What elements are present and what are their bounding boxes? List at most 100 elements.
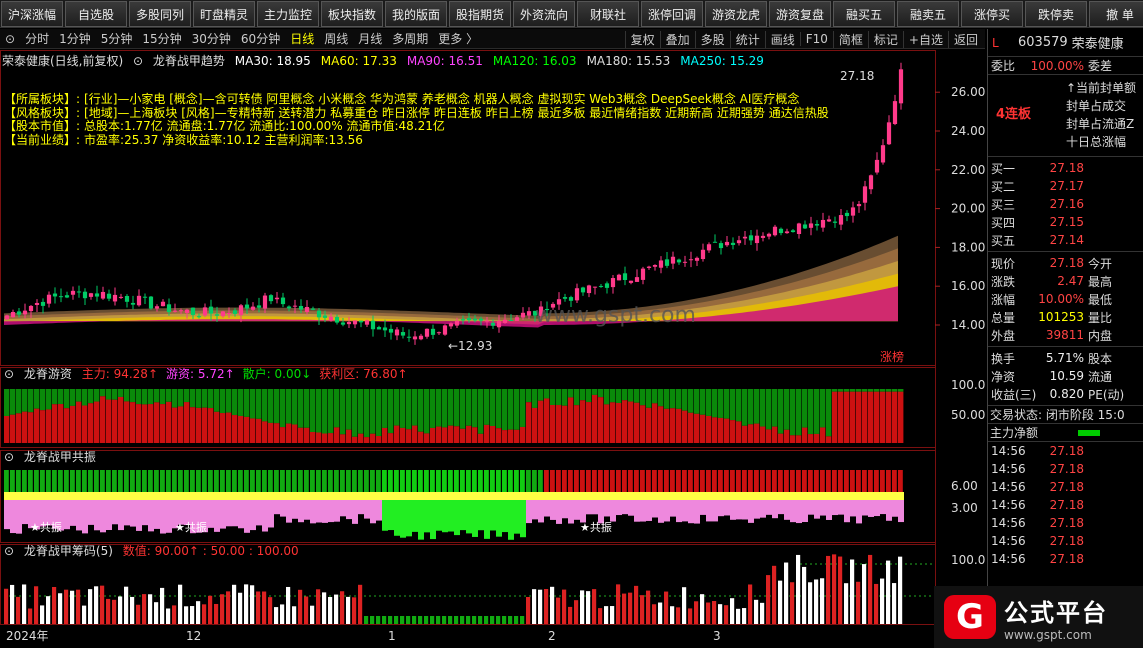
- panel1-bar-red: [394, 425, 400, 443]
- collapse-icon[interactable]: ⊙: [0, 32, 20, 46]
- candle-body: [394, 329, 400, 336]
- toolbar-button-14[interactable]: 融卖五: [897, 1, 959, 27]
- candle-body: [70, 290, 76, 295]
- panel2-bottom-bar: [256, 500, 262, 526]
- panel2-top-bar: [694, 470, 699, 492]
- panel1-bar-green: [844, 389, 850, 392]
- candle-body: [826, 219, 832, 222]
- panel1-bar-red: [148, 404, 154, 443]
- period-right-button-3[interactable]: 统计: [729, 30, 765, 48]
- panel1-menu-icon[interactable]: ⊙: [4, 367, 14, 381]
- period-tab-4[interactable]: 30分钟: [187, 30, 236, 47]
- panel3-bar: [148, 594, 153, 624]
- period-right-button-8[interactable]: +自选: [902, 30, 948, 48]
- panel2-top-bar: [46, 470, 51, 492]
- chart-area[interactable]: 26.00 24.00 22.00 20.00 18.00 16.00 14.00 27.18…: [0, 50, 985, 648]
- period-right-button-7[interactable]: 标记: [867, 30, 903, 48]
- stock-title: 荣泰健康(日线,前复权): [2, 54, 124, 68]
- panel2-top-bar: [328, 470, 333, 492]
- period-tab-2[interactable]: 5分钟: [96, 30, 138, 47]
- candle-body: [34, 302, 40, 305]
- panel1-bar-green: [832, 389, 838, 392]
- zhangbang-label[interactable]: 涨榜: [880, 349, 904, 364]
- indicator-name[interactable]: 龙脊战甲趋势: [153, 54, 225, 68]
- panel1-bar-green: [424, 389, 430, 434]
- period-right-button-0[interactable]: 复权: [624, 30, 660, 48]
- panel1-bar-green: [868, 389, 874, 392]
- toolbar-button-5[interactable]: 板块指数: [321, 1, 383, 27]
- toolbar-button-0[interactable]: 沪深涨幅: [1, 1, 63, 27]
- panel2-bottom-bar: [754, 500, 760, 519]
- toolbar-button-10[interactable]: 涨停回调: [641, 1, 703, 27]
- panel3-bar: [118, 596, 123, 624]
- candle-body: [724, 241, 730, 246]
- toolbar-button-3[interactable]: 盯盘精灵: [193, 1, 255, 27]
- period-right-button-5[interactable]: F10: [799, 32, 833, 46]
- panel2-menu-icon[interactable]: ⊙: [4, 450, 14, 464]
- period-tab-0[interactable]: 分时: [20, 30, 54, 47]
- toolbar-button-6[interactable]: 我的版面: [385, 1, 447, 27]
- indicator-dropdown-icon[interactable]: ⊙: [133, 54, 143, 68]
- candle-body: [286, 306, 292, 309]
- panel1-bar-red: [304, 427, 310, 443]
- period-right-button-9[interactable]: 返回: [947, 30, 983, 48]
- panel1-bar-green: [478, 389, 484, 434]
- toolbar-button-7[interactable]: 股指期货: [449, 1, 511, 27]
- toolbar-button-13[interactable]: 融买五: [833, 1, 895, 27]
- panel2-yellow-bar: [652, 492, 658, 500]
- candle-body: [766, 233, 772, 237]
- quote-row: 外盘 39811 内盘: [988, 326, 1143, 344]
- period-right-button-4[interactable]: 画线: [764, 30, 800, 48]
- period-tab-3[interactable]: 15分钟: [137, 30, 186, 47]
- period-right-button-2[interactable]: 多股: [694, 30, 730, 48]
- toolbar-button-8[interactable]: 外资流向: [513, 1, 575, 27]
- panel2-yellow-bar: [334, 492, 340, 500]
- quote-value: 27.18: [1049, 256, 1084, 270]
- panel2-top-bar: [394, 470, 399, 492]
- panel2-bottom-bar: [718, 500, 724, 517]
- panel2-top-bar: [448, 470, 453, 492]
- panel2-top-bar: [472, 470, 477, 492]
- panel2-top-bar: [490, 470, 495, 492]
- toolbar-button-11[interactable]: 游资龙虎: [705, 1, 767, 27]
- quote-right-label: 最高: [1088, 274, 1113, 289]
- period-tab-10[interactable]: 更多 〉: [433, 30, 483, 47]
- period-tab-6[interactable]: 日线: [285, 30, 319, 47]
- toolbar-button-1[interactable]: 自选股: [65, 1, 127, 27]
- panel2-bottom-bar: [736, 500, 742, 520]
- period-right-button-1[interactable]: 叠加: [659, 30, 695, 48]
- panel2-yellow-bar: [10, 492, 16, 500]
- period-tab-9[interactable]: 多周期: [387, 30, 433, 47]
- period-tab-1[interactable]: 1分钟: [54, 30, 96, 47]
- candle-body: [526, 311, 532, 316]
- panel2-top-bar: [676, 470, 681, 492]
- period-tab-5[interactable]: 60分钟: [236, 30, 285, 47]
- panel3-bar: [808, 582, 813, 624]
- panel3-bar: [886, 560, 891, 624]
- panel1-bar-green: [328, 389, 334, 434]
- toolbar-button-16[interactable]: 跌停卖: [1025, 1, 1087, 27]
- candle-body: [844, 212, 850, 217]
- panel1-bar-green: [514, 389, 520, 430]
- period-tab-7[interactable]: 周线: [319, 30, 353, 47]
- panel1-bar-green: [682, 389, 688, 411]
- period-right-button-6[interactable]: 简框: [832, 30, 868, 48]
- toolbar-button-15[interactable]: 涨停买: [961, 1, 1023, 27]
- toolbar-button-9[interactable]: 财联社: [577, 1, 639, 27]
- panel3-bar: [268, 597, 273, 624]
- toolbar-button-2[interactable]: 多股同列: [129, 1, 191, 27]
- panel2-top-bar: [586, 470, 591, 492]
- panel1-bar-green: [622, 389, 628, 401]
- logo-badge-icon: G: [944, 595, 996, 639]
- toolbar-button-4[interactable]: 主力监控: [257, 1, 319, 27]
- stat-label: 收益(三): [991, 387, 1037, 402]
- toolbar-button-17[interactable]: 撤 单: [1089, 1, 1143, 27]
- panel3-menu-icon[interactable]: ⊙: [4, 544, 14, 558]
- panel3-bar: [568, 606, 573, 624]
- panel1-bar-red: [400, 427, 406, 443]
- panel1-bar-green: [148, 389, 154, 405]
- panel1-bar-red: [790, 435, 796, 443]
- stat-row: 收益(三) 0.820 PE(动): [988, 385, 1143, 403]
- period-tab-8[interactable]: 月线: [353, 30, 387, 47]
- toolbar-button-12[interactable]: 游资复盘: [769, 1, 831, 27]
